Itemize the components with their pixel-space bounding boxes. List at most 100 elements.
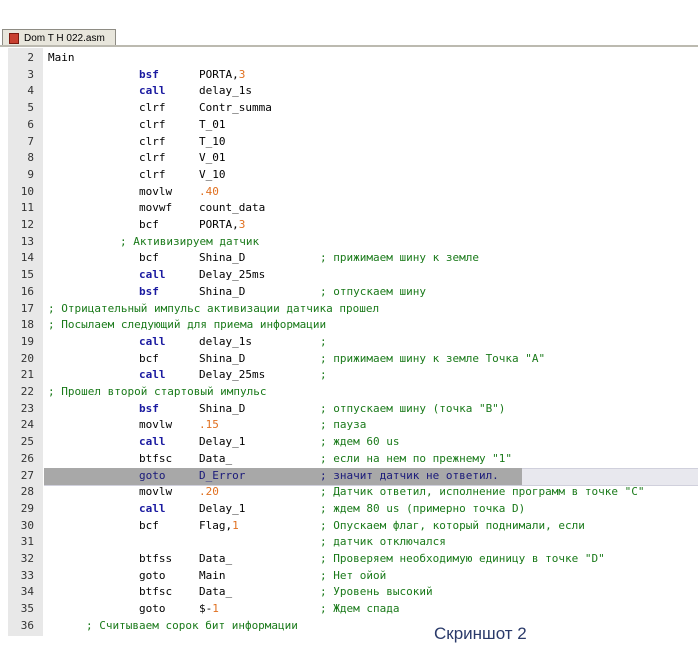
operand: Delay_25ms [199,267,265,284]
code-line[interactable]: 31 ; датчик отключался [0,534,698,551]
line-number: 14 [20,251,34,265]
operand: .20 [199,484,219,501]
code-comment: ; прижимаем шину к земле Точка "A" [320,351,546,365]
instruction: bsf [139,67,159,81]
operand-number: 3 [238,67,246,81]
code-line[interactable]: 11 movwf count_data [0,200,698,217]
code-comment: ; Проверяем необходимую единицу в точке … [320,552,605,565]
operand-text: $- [199,602,213,616]
instruction: clrf [139,151,166,165]
operand-text: Shina_D [199,251,246,265]
instruction: goto [139,602,166,616]
line-number: 12 [20,218,34,231]
code-line[interactable]: 18 ; Посылаем следующий для приема информ… [0,317,698,334]
line-number: 2 [27,51,34,64]
code-comment: ; Активизируем датчик [120,234,260,248]
operand-text: PORTA, [199,218,239,231]
line-number: 31 [20,535,34,549]
operand-text: count_data [199,201,266,215]
line-number: 29 [20,501,34,515]
instruction: clrf [139,167,166,181]
operand: delay_1s [199,334,252,351]
code-line[interactable]: 17 ; Отрицательный импульс активизации да… [0,301,698,318]
code-line[interactable]: 27 goto D_Error ; значит датчик не ответил. [0,467,698,486]
operand-text: Shina_D [199,401,246,415]
operand: V_01 [199,150,226,167]
code-line[interactable]: 22 ; Прошел второй стартовый импульс [0,384,698,401]
line-number: 20 [20,351,34,365]
instruction: bsf [139,401,159,415]
operand-text: Data_ [199,585,233,599]
operand-number: .20 [199,485,219,499]
code-line[interactable]: 23 bsf Shina_D ; отпускаем шину (точка "B") [0,401,698,418]
code-line[interactable]: 34 btfsc Data_ ; Уровень высокий [0,584,698,601]
line-number: 34 [20,585,34,599]
instruction: bsf [139,284,159,298]
code-line[interactable]: 5 clrf Contr_summa [0,100,698,117]
operand-number: 1 [232,518,239,532]
code-line[interactable]: 3 bsf PORTA,3 [0,67,698,84]
code-line[interactable]: 26 btfsc Data_ ; если на нем по прежнему "1… [0,451,698,468]
line-number: 27 [20,468,34,482]
code-line[interactable]: 21 call Delay_25ms; [0,367,698,384]
line-number: 3 [27,67,34,81]
code-line[interactable]: 30 bcf Flag,1 ; Опускаем флаг, который подн… [0,518,698,535]
operand-text: Data_ [199,451,233,465]
line-number: 32 [20,552,34,565]
line-number: 15 [20,268,34,282]
code-line[interactable]: 33 goto Main ; Нет ойой [0,568,698,585]
code-comment: ; отпускаем шину [320,284,426,298]
operand: V_10 [199,167,226,184]
instruction: bcf [139,251,159,265]
code-line[interactable]: 6 clrf T_01 [0,117,698,134]
code-comment: ; Уровень высокий [320,585,433,599]
code-line[interactable]: 25 call Delay_1 ; ждем 60 us [0,434,698,451]
operand-text: Shina_D [199,284,246,298]
code-line[interactable]: 7 clrf T_10 [0,134,698,151]
instruction: call [139,84,166,98]
code-line[interactable]: 24 movlw .15 ; пауза [0,417,698,434]
code-line[interactable]: 8 clrf V_01 [0,150,698,167]
code-line[interactable]: 10 movlw .40 [0,184,698,201]
code-line[interactable]: 13 ; Активизируем датчик [0,234,698,251]
code-line[interactable]: 15 call Delay_25ms [0,267,698,284]
code-editor[interactable]: 2 Main 3 bsf PORTA,3 4 call delay_1s 5 clrf Contr_… [0,48,698,638]
instruction: bcf [139,218,159,231]
operand: PORTA,3 [199,67,245,84]
line-number: 6 [27,117,34,131]
code-line[interactable]: 16 bsf Shina_D ; отпускаем шину [0,284,698,301]
code-comment: ; [320,368,327,382]
line-number: 4 [27,84,34,98]
line-number: 35 [20,602,34,616]
code-line[interactable]: 32 btfss Data_ ; Проверяем необходимую един… [0,551,698,568]
code-comment: ; Датчик ответил, исполнение программ в … [320,485,645,499]
line-number: 36 [20,618,34,632]
line-number: 25 [20,435,34,449]
code-line[interactable]: 20 bcf Shina_D ; прижимаем шину к земле Точ… [0,351,698,368]
line-number: 23 [20,401,34,415]
operand-number: 3 [238,218,246,231]
operand: PORTA,3 [199,217,245,234]
code-line[interactable]: 19 call delay_1s; [0,334,698,351]
operand-text: T_01 [199,117,226,131]
operand: .15 [199,417,219,434]
code-line[interactable]: 28 movlw .20 ; Датчик ответил, исполнение п… [0,484,698,501]
file-tab[interactable]: Dom T H 022.asm [2,29,116,46]
operand-text: Delay_25ms [199,268,266,282]
line-number: 17 [20,301,34,315]
code-line[interactable]: 14 bcf Shina_D ; прижимаем шину к земле [0,250,698,267]
operand-text: Delay_1 [199,501,246,515]
line-number: 8 [27,151,34,165]
operand: Delay_1 [199,434,245,451]
code-line[interactable]: 4 call delay_1s [0,83,698,100]
code-line[interactable]: 2 Main [0,50,698,67]
code-line[interactable]: 29 call Delay_1 ; ждем 80 us (примерно точк… [0,501,698,518]
operand-text: Data_ [199,552,233,565]
code-line[interactable]: 12 bcf PORTA,3 [0,217,698,234]
file-tab-label: Dom T H 022.asm [24,32,105,44]
code-line[interactable]: 36 ; Считываем сорок бит информации [0,618,698,635]
operand-number: .15 [199,418,219,432]
code-line[interactable]: 35 goto $-1 ; Ждем спада [0,601,698,618]
instruction: movlw [139,485,173,499]
code-line[interactable]: 9 clrf V_10 [0,167,698,184]
